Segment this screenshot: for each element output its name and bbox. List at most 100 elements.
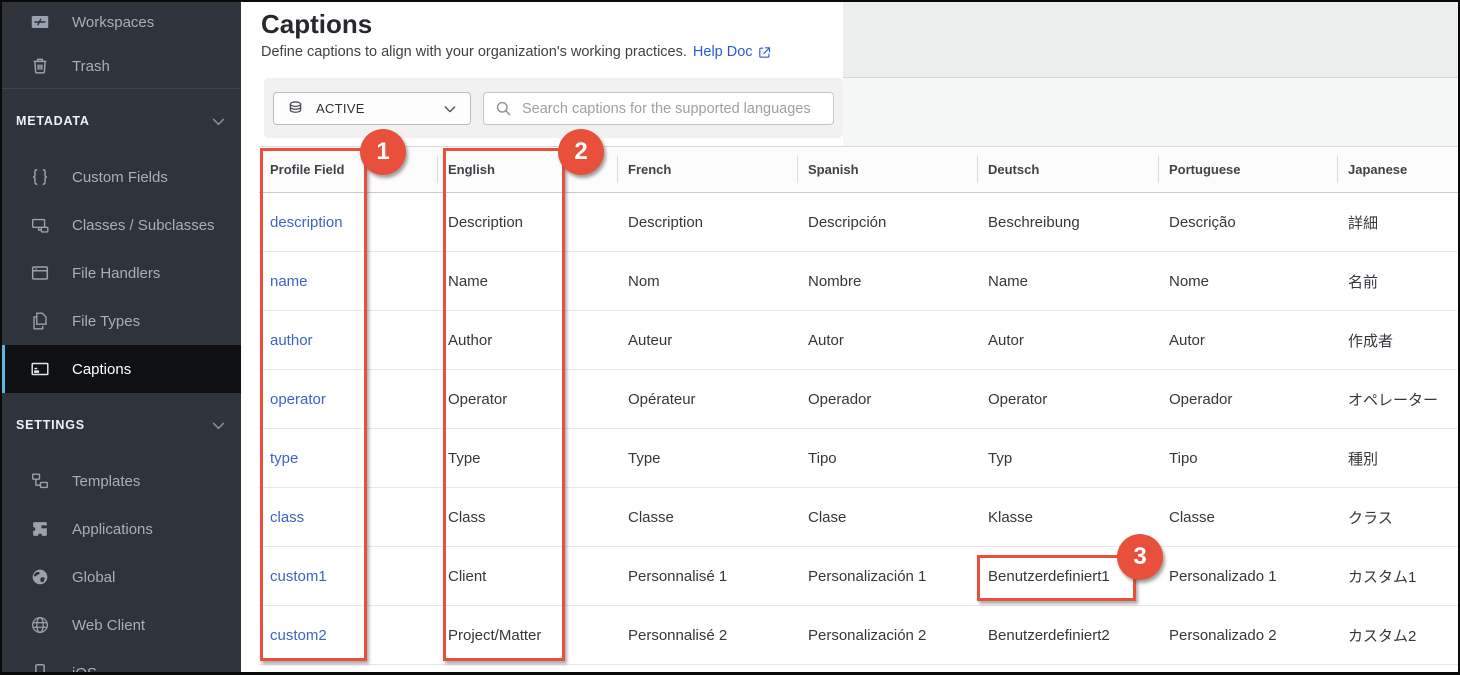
sidebar-item-label: Classes / Subclasses bbox=[72, 217, 215, 234]
app-window: Workspaces Trash METADATA Custom Fields Clas… bbox=[0, 0, 1460, 675]
chevron-down-icon bbox=[210, 113, 227, 130]
ios-icon bbox=[29, 662, 51, 675]
table-row: typeTypeTypeTipoTypTipo種別 bbox=[259, 429, 1458, 488]
braces-icon bbox=[29, 166, 51, 188]
profile-field-link[interactable]: description bbox=[259, 193, 437, 251]
workspaces-icon bbox=[29, 11, 51, 33]
sidebar-section-title: SETTINGS bbox=[16, 418, 210, 432]
caption-cell: Personalización 2 bbox=[797, 606, 977, 664]
profile-field-link[interactable]: class bbox=[259, 488, 437, 546]
search-icon bbox=[494, 99, 513, 118]
table-header-row: Profile FieldEnglishFrenchSpanishDeutsch… bbox=[259, 147, 1458, 193]
table-row: custom2Project/MatterPersonnalisé 2Perso… bbox=[259, 606, 1458, 665]
captions-table: Profile FieldEnglishFrenchSpanishDeutsch… bbox=[259, 146, 1458, 665]
sidebar-item-trash[interactable]: Trash bbox=[0, 44, 241, 88]
global-icon bbox=[29, 566, 51, 588]
profile-field-link[interactable]: type bbox=[259, 429, 437, 487]
column-header-japanese: Japanese bbox=[1337, 147, 1458, 192]
sidebar-item-templates[interactable]: Templates bbox=[0, 457, 241, 505]
caption-cell: Description bbox=[617, 193, 797, 251]
sidebar-item-label: Templates bbox=[72, 473, 140, 490]
applications-icon bbox=[29, 518, 51, 540]
caption-cell: カスタム1 bbox=[1337, 547, 1458, 605]
caption-cell: Operador bbox=[797, 370, 977, 428]
sidebar-item-label: Global bbox=[72, 569, 115, 586]
caption-cell: Clase bbox=[797, 488, 977, 546]
caption-cell: オペレーター bbox=[1337, 370, 1458, 428]
caption-cell: Autor bbox=[797, 311, 977, 369]
caption-cell: Client bbox=[437, 547, 617, 605]
column-header-spanish: Spanish bbox=[797, 147, 977, 192]
profile-field-link[interactable]: name bbox=[259, 252, 437, 310]
profile-field-link[interactable]: operator bbox=[259, 370, 437, 428]
caption-cell: Operador bbox=[1158, 370, 1337, 428]
sidebar-item-applications[interactable]: Applications bbox=[0, 505, 241, 553]
caption-cell: Klasse bbox=[977, 488, 1158, 546]
caption-cell: Author bbox=[437, 311, 617, 369]
sidebar-item-classes-subclasses[interactable]: Classes / Subclasses bbox=[0, 201, 241, 249]
caption-cell: Personalizado 1 bbox=[1158, 547, 1337, 605]
caption-cell: 作成者 bbox=[1337, 311, 1458, 369]
caption-cell: Nome bbox=[1158, 252, 1337, 310]
file-types-icon bbox=[29, 310, 51, 332]
caption-cell: Tipo bbox=[797, 429, 977, 487]
caption-cell: Descrição bbox=[1158, 193, 1337, 251]
sidebar-item-label: Web Client bbox=[72, 617, 145, 634]
table-row: classClassClasseClaseKlasseClasseクラス bbox=[259, 488, 1458, 547]
sidebar-item-web-client[interactable]: Web Client bbox=[0, 601, 241, 649]
captions-search bbox=[483, 92, 834, 125]
page-subtitle: Define captions to align with your organ… bbox=[261, 44, 772, 60]
caption-cell: Type bbox=[617, 429, 797, 487]
captions-icon bbox=[29, 358, 51, 380]
help-doc-link[interactable]: Help Doc bbox=[693, 44, 772, 60]
sidebar-item-label: Trash bbox=[72, 58, 110, 75]
status-filter-dropdown[interactable]: ACTIVE bbox=[273, 92, 471, 125]
sidebar-item-file-types[interactable]: File Types bbox=[0, 297, 241, 345]
caption-cell: Project/Matter bbox=[437, 606, 617, 664]
caption-cell: 詳細 bbox=[1337, 193, 1458, 251]
column-header-portuguese: Portuguese bbox=[1158, 147, 1337, 192]
page-subtitle-text: Define captions to align with your organ… bbox=[261, 44, 687, 60]
sidebar-item-label: Applications bbox=[72, 521, 153, 538]
header-right-panel bbox=[843, 2, 1460, 78]
sidebar-section-metadata[interactable]: METADATA bbox=[0, 89, 241, 153]
sidebar-item-custom-fields[interactable]: Custom Fields bbox=[0, 153, 241, 201]
caption-cell: Personnalisé 1 bbox=[617, 547, 797, 605]
caption-cell: 種別 bbox=[1337, 429, 1458, 487]
caption-cell: Auteur bbox=[617, 311, 797, 369]
caption-cell: Descripción bbox=[797, 193, 977, 251]
caption-cell: Beschreibung bbox=[977, 193, 1158, 251]
toolbar-right-panel bbox=[843, 78, 1460, 146]
sidebar: Workspaces Trash METADATA Custom Fields Clas… bbox=[0, 0, 241, 675]
caption-cell: カスタム2 bbox=[1337, 606, 1458, 664]
chevron-down-icon bbox=[210, 417, 227, 434]
sidebar-section-settings[interactable]: SETTINGS bbox=[0, 393, 241, 457]
caption-cell: Nom bbox=[617, 252, 797, 310]
database-icon bbox=[286, 99, 305, 118]
caption-cell: Class bbox=[437, 488, 617, 546]
sidebar-item-label: Custom Fields bbox=[72, 169, 168, 186]
external-link-icon bbox=[757, 45, 772, 60]
caption-cell: Autor bbox=[977, 311, 1158, 369]
sidebar-item-workspaces[interactable]: Workspaces bbox=[0, 0, 241, 44]
sidebar-item-file-handlers[interactable]: File Handlers bbox=[0, 249, 241, 297]
caption-cell: 名前 bbox=[1337, 252, 1458, 310]
status-filter-value: ACTIVE bbox=[316, 101, 365, 116]
table-row: custom1ClientPersonnalisé 1Personalizaci… bbox=[259, 547, 1458, 606]
profile-field-link[interactable]: custom1 bbox=[259, 547, 437, 605]
sidebar-item-label: iOS bbox=[72, 665, 97, 675]
sidebar-item-ios[interactable]: iOS bbox=[0, 649, 241, 675]
page-title: Captions bbox=[261, 9, 372, 40]
sidebar-section-title: METADATA bbox=[16, 114, 210, 128]
search-input[interactable] bbox=[483, 92, 834, 125]
sidebar-item-global[interactable]: Global bbox=[0, 553, 241, 601]
sidebar-item-label: File Types bbox=[72, 313, 140, 330]
sidebar-item-label: Captions bbox=[72, 361, 131, 378]
profile-field-link[interactable]: custom2 bbox=[259, 606, 437, 664]
classes-icon bbox=[29, 214, 51, 236]
column-header-french: French bbox=[617, 147, 797, 192]
sidebar-item-captions[interactable]: Captions bbox=[0, 345, 241, 393]
caption-cell: Autor bbox=[1158, 311, 1337, 369]
profile-field-link[interactable]: author bbox=[259, 311, 437, 369]
caption-cell: Opérateur bbox=[617, 370, 797, 428]
